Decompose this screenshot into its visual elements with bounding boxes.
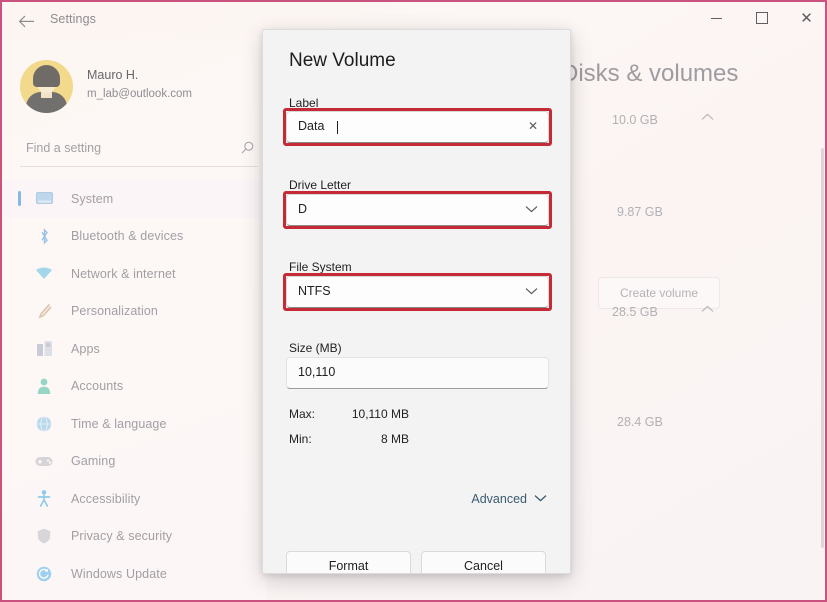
advanced-label: Advanced bbox=[471, 492, 527, 506]
sidebar-item-system[interactable]: System bbox=[4, 180, 267, 218]
sidebar-item-accounts[interactable]: Accounts bbox=[4, 368, 267, 406]
maximize-icon bbox=[756, 12, 768, 24]
sidebar-item-windows-update[interactable]: Windows Update bbox=[4, 555, 267, 593]
minimize-button[interactable] bbox=[694, 2, 739, 34]
window-title: Settings bbox=[50, 12, 96, 26]
size-field-label: Size (MB) bbox=[289, 341, 342, 355]
sidebar-item-network-internet[interactable]: Network & internet bbox=[4, 255, 267, 293]
sidebar-item-label: Privacy & security bbox=[71, 529, 172, 543]
disk-size-label: 28.4 GB bbox=[617, 415, 663, 429]
clear-icon[interactable]: ✕ bbox=[528, 119, 538, 133]
sidebar-item-privacy-security[interactable]: Privacy & security bbox=[4, 518, 267, 556]
chevron-down-icon bbox=[525, 284, 538, 298]
sidebar-item-time-language[interactable]: Time & language bbox=[4, 405, 267, 443]
user-avatar bbox=[20, 60, 73, 113]
create-volume-label: Create volume bbox=[620, 286, 698, 300]
sidebar-item-personalization[interactable]: Personalization bbox=[4, 293, 267, 331]
advanced-toggle[interactable]: Advanced bbox=[471, 492, 547, 506]
chevron-down-icon bbox=[534, 493, 547, 505]
file-system-dropdown[interactable]: NTFS bbox=[286, 276, 549, 308]
dialog-title: New Volume bbox=[289, 50, 396, 72]
apps-icon bbox=[34, 340, 54, 358]
cancel-button-label: Cancel bbox=[464, 559, 503, 573]
brush-icon bbox=[34, 302, 54, 320]
disk-size-label: 10.0 GB bbox=[612, 113, 658, 127]
sidebar-item-label: Network & internet bbox=[71, 267, 176, 281]
sidebar-item-label: Personalization bbox=[71, 304, 158, 318]
bluetooth-icon bbox=[34, 227, 54, 245]
page-title: Disks & volumes bbox=[561, 60, 738, 88]
minimize-icon bbox=[711, 18, 722, 19]
text-caret bbox=[337, 121, 338, 134]
max-value: 10,110 MB bbox=[331, 407, 409, 421]
sidebar-item-accessibility[interactable]: Accessibility bbox=[4, 480, 267, 518]
max-key: Max: bbox=[289, 407, 315, 421]
new-volume-dialog: New Volume Label Data ✕ Drive Letter D F… bbox=[262, 29, 571, 574]
sidebar-item-label: Time & language bbox=[71, 417, 167, 431]
label-field-value: Data bbox=[298, 119, 324, 133]
format-button-label: Format bbox=[329, 559, 369, 573]
sidebar-item-bluetooth-devices[interactable]: Bluetooth & devices bbox=[4, 218, 267, 256]
sidebar-item-label: Accounts bbox=[71, 379, 123, 393]
back-arrow-icon[interactable] bbox=[12, 8, 40, 34]
account-name: Mauro H. bbox=[87, 68, 138, 82]
cancel-button[interactable]: Cancel bbox=[421, 551, 546, 574]
account-email: m_lab@outlook.com bbox=[87, 88, 192, 100]
file-system-field-label: File System bbox=[289, 260, 352, 274]
sidebar-item-gaming[interactable]: Gaming bbox=[4, 443, 267, 481]
wifi-icon bbox=[34, 265, 54, 283]
disk-size-label: 28.5 GB bbox=[612, 305, 658, 319]
min-key: Min: bbox=[289, 432, 312, 446]
search-icon bbox=[241, 141, 254, 157]
sidebar-item-label: Apps bbox=[71, 342, 100, 356]
sidebar-item-label: Accessibility bbox=[71, 492, 140, 506]
content-scrollbar[interactable] bbox=[821, 148, 824, 548]
person-icon bbox=[34, 377, 54, 395]
settings-window: Settings ✕ Mauro H. m_lab@outlook.com Fi… bbox=[0, 0, 827, 602]
chevron-up-icon[interactable] bbox=[701, 112, 714, 124]
label-field-label: Label bbox=[289, 96, 318, 110]
disk-size-label: 9.87 GB bbox=[617, 205, 663, 219]
gamepad-icon bbox=[34, 452, 54, 470]
shield-icon bbox=[34, 527, 54, 545]
format-button[interactable]: Format bbox=[286, 551, 411, 574]
chevron-down-icon bbox=[525, 202, 538, 216]
search-placeholder: Find a setting bbox=[26, 141, 101, 155]
monitor-icon bbox=[34, 190, 54, 208]
label-field-input[interactable]: Data ✕ bbox=[286, 111, 549, 143]
search-input[interactable]: Find a setting bbox=[20, 136, 258, 167]
sidebar: Mauro H. m_lab@outlook.com Find a settin… bbox=[4, 38, 267, 602]
sidebar-item-label: Bluetooth & devices bbox=[71, 229, 183, 243]
drive-letter-dropdown[interactable]: D bbox=[286, 194, 549, 226]
min-value: 8 MB bbox=[331, 432, 409, 446]
drive-letter-value: D bbox=[298, 202, 307, 216]
globe-icon bbox=[34, 415, 54, 433]
maximize-button[interactable] bbox=[739, 2, 784, 34]
close-icon: ✕ bbox=[800, 11, 813, 26]
close-button[interactable]: ✕ bbox=[784, 2, 827, 34]
chevron-up-icon[interactable] bbox=[701, 304, 714, 316]
update-icon bbox=[34, 565, 54, 583]
size-field-value: 10,110 bbox=[298, 365, 335, 379]
account-block[interactable]: Mauro H. m_lab@outlook.com bbox=[20, 60, 260, 118]
sidebar-item-apps[interactable]: Apps bbox=[4, 330, 267, 368]
drive-letter-field-label: Drive Letter bbox=[289, 178, 351, 192]
file-system-value: NTFS bbox=[298, 284, 331, 298]
sidebar-item-label: System bbox=[71, 192, 113, 206]
sidebar-nav: System Bluetooth & devices Network & int… bbox=[4, 180, 267, 593]
sidebar-item-label: Windows Update bbox=[71, 567, 167, 581]
size-field-input[interactable]: 10,110 bbox=[286, 357, 549, 389]
accessibility-icon bbox=[34, 490, 54, 508]
sidebar-item-label: Gaming bbox=[71, 454, 115, 468]
